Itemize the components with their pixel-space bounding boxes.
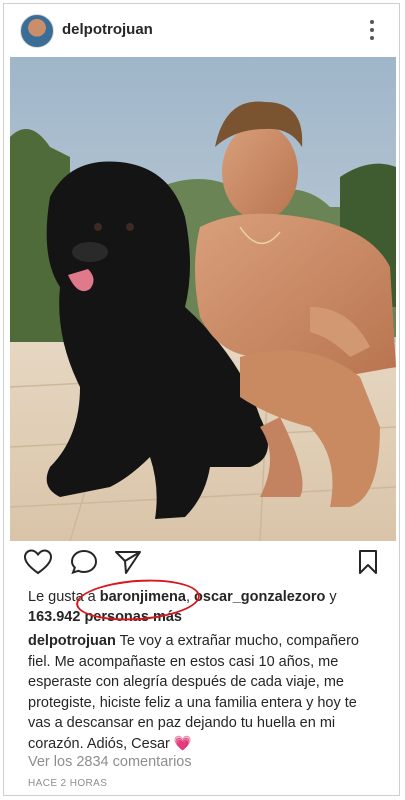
likes-prefix: Le gusta a xyxy=(28,589,96,605)
share-icon[interactable] xyxy=(114,549,142,575)
bookmark-icon[interactable] xyxy=(358,549,378,575)
action-bar xyxy=(4,547,399,581)
photo-image xyxy=(10,57,396,541)
pink-heart-emoji: 💗 xyxy=(173,735,192,752)
avatar[interactable] xyxy=(20,14,54,48)
more-options-icon[interactable] xyxy=(365,16,379,44)
view-comments-link[interactable]: Ver los 2834 comentarios xyxy=(28,754,192,770)
liked-by-user-2[interactable]: oscar_gonzalezoro xyxy=(194,589,325,605)
post-header: delpotrojuan xyxy=(4,4,399,56)
liked-by-user-1[interactable]: baronjimena xyxy=(100,589,186,605)
likes-line: Le gusta a baronjimena, oscar_gonzalezor… xyxy=(28,587,388,627)
comment-icon[interactable] xyxy=(70,549,98,575)
caption-text: Te voy a extrañar mucho, compañero fiel.… xyxy=(28,633,359,752)
likes-separator: , xyxy=(185,589,191,605)
post-timestamp: HACE 2 HORAS xyxy=(28,778,108,789)
likes-conjunction: y xyxy=(329,589,337,605)
caption-username[interactable]: delpotrojuan xyxy=(28,633,116,649)
post-username[interactable]: delpotrojuan xyxy=(62,21,153,38)
likes-count[interactable]: 163.942 personas más xyxy=(28,609,182,625)
post-caption: delpotrojuan Te voy a extrañar mucho, co… xyxy=(28,631,380,754)
post-card: delpotrojuan Le gusta a baronjimena, osc… xyxy=(3,3,400,796)
heart-icon[interactable] xyxy=(24,549,52,575)
post-photo[interactable] xyxy=(10,57,396,541)
